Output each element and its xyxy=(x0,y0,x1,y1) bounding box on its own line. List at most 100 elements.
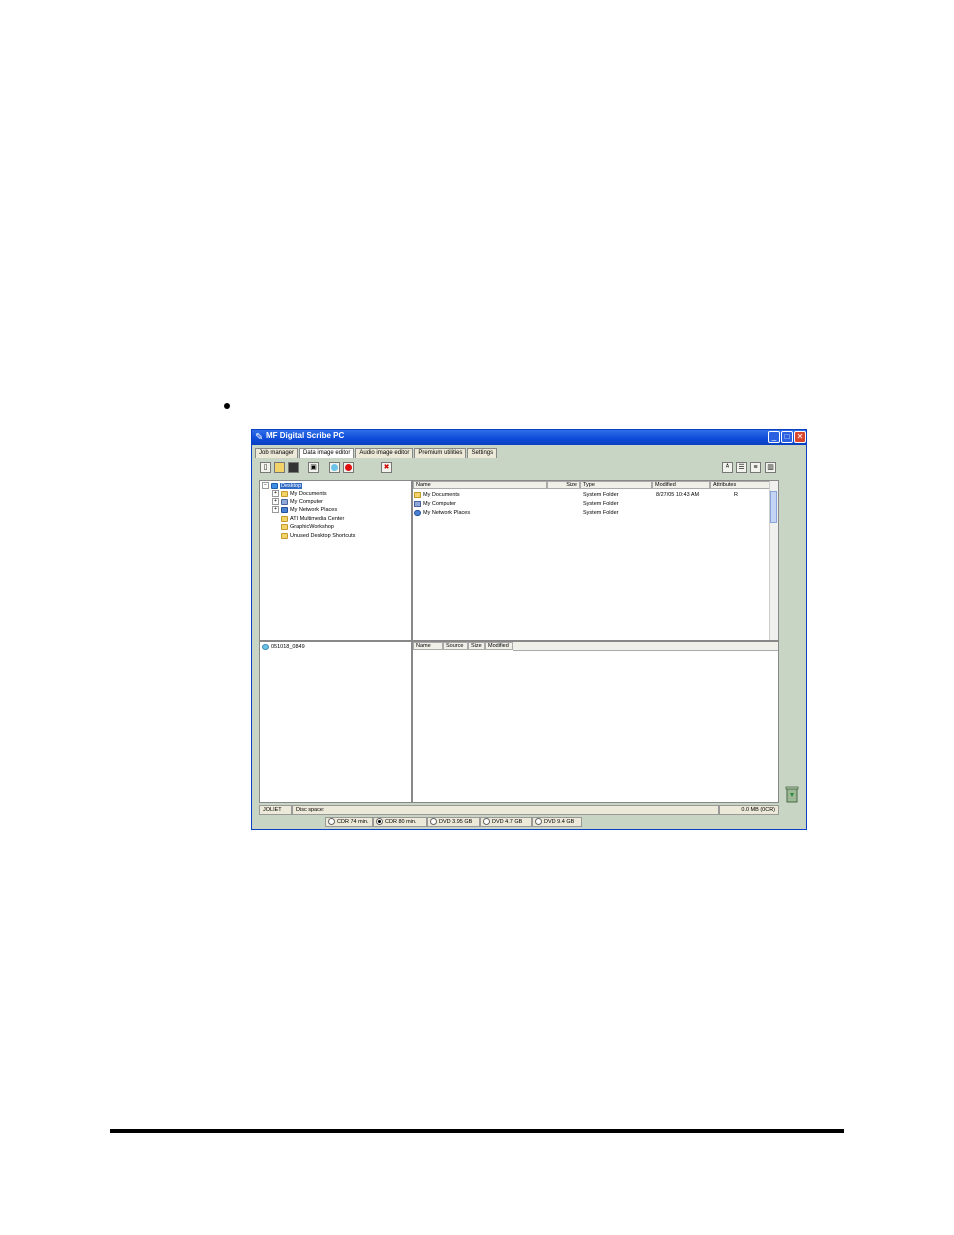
maximize-button[interactable]: □ xyxy=(781,431,793,443)
tree-item-my-documents[interactable]: + My Documents xyxy=(272,490,327,498)
disc-space-value: 0.0 MB (0CR) xyxy=(719,805,779,815)
tab-bar: Job manager Data image editor Audio imag… xyxy=(255,448,498,458)
file-attributes: R xyxy=(734,492,738,498)
radio-label: DVD 9.4 GB xyxy=(544,819,575,825)
media-selector: CDR 74 min. CDR 80 min. DVD 3.95 GB DVD … xyxy=(325,817,585,827)
folder-icon xyxy=(281,515,288,522)
tree-item-my-computer[interactable]: + My Computer xyxy=(272,498,323,506)
file-list[interactable]: Name Size Type Modified Attributes My Do… xyxy=(412,480,779,641)
tree-item-my-network-places[interactable]: + My Network Places xyxy=(272,506,337,514)
radio-selected-icon[interactable] xyxy=(376,818,383,826)
media-option-dvd47[interactable]: DVD 4.7 GB xyxy=(480,817,532,827)
columns-icon[interactable]: ▥ xyxy=(765,462,776,473)
computer-icon xyxy=(414,500,421,507)
media-option-dvd395[interactable]: DVD 3.95 GB xyxy=(427,817,480,827)
tab-job-manager[interactable]: Job manager xyxy=(255,448,299,458)
tab-settings[interactable]: Settings xyxy=(467,448,498,458)
file-row-name[interactable]: My Network Places xyxy=(414,509,470,517)
radio-label: DVD 3.95 GB xyxy=(439,819,473,825)
column-header-type[interactable]: Type xyxy=(580,481,652,489)
tree-item-ati[interactable]: ATI Multimedia Center xyxy=(281,515,344,523)
delete-icon[interactable]: ✖ xyxy=(381,462,392,473)
tree-item-graphicworkshop[interactable]: GraphicWorkshop xyxy=(281,523,334,531)
window-title: MF Digital Scribe PC xyxy=(266,431,345,440)
open-folder-icon[interactable] xyxy=(274,462,285,473)
disc-space-label: Disc space: xyxy=(292,805,719,815)
computer-icon xyxy=(281,498,288,505)
collapse-icon[interactable]: − xyxy=(262,482,269,490)
column-header-modified[interactable]: Modified xyxy=(485,642,513,650)
column-header-name[interactable]: Name xyxy=(413,642,443,650)
toolbar: ▯ ▣ ✖ ᴬ ☰ ≡ ▥ xyxy=(255,460,803,476)
folder-icon xyxy=(281,532,288,539)
tree-item-unused-shortcuts[interactable]: Unused Desktop Shortcuts xyxy=(281,532,355,540)
filesystem-label: JOLIET xyxy=(259,805,292,815)
network-icon xyxy=(281,506,288,513)
column-header-attributes[interactable]: Attributes xyxy=(710,481,771,489)
expand-icon[interactable]: + xyxy=(272,490,279,498)
desktop-icon xyxy=(271,482,278,489)
file-type: System Folder xyxy=(583,510,619,516)
tree-item-label: My Computer xyxy=(290,499,324,505)
disc-contents[interactable]: Name Source Size Modified xyxy=(412,641,779,803)
disc-root-item[interactable]: 051018_0849 xyxy=(262,643,305,651)
sort-icon[interactable]: ᴬ xyxy=(722,462,733,473)
minimize-button[interactable]: _ xyxy=(768,431,780,443)
tree-item-desktop[interactable]: − Desktop xyxy=(262,482,303,490)
folder-icon xyxy=(281,523,288,530)
expand-icon[interactable]: + xyxy=(272,498,279,506)
media-option-dvd94[interactable]: DVD 9.4 GB xyxy=(532,817,582,827)
expand-icon[interactable]: + xyxy=(272,506,279,514)
column-header-modified[interactable]: Modified xyxy=(652,481,710,489)
title-bar[interactable]: ✎ MF Digital Scribe PC _ □ ✕ xyxy=(252,430,806,445)
folder-icon xyxy=(281,490,288,497)
page-footer-rule xyxy=(110,1129,844,1133)
header-filler xyxy=(513,642,778,651)
radio-icon[interactable] xyxy=(430,818,437,826)
radio-icon[interactable] xyxy=(328,818,335,826)
disc-icon xyxy=(262,643,269,650)
network-icon xyxy=(414,509,421,516)
record-icon[interactable] xyxy=(343,462,354,473)
tree-item-label: My Documents xyxy=(290,491,327,497)
list-view-icon[interactable]: ☰ xyxy=(736,462,747,473)
file-name: My Computer xyxy=(423,501,457,507)
column-header-source[interactable]: Source xyxy=(443,642,468,650)
tab-audio-image-editor[interactable]: Audio image editor xyxy=(355,448,414,458)
file-name: My Documents xyxy=(423,492,460,498)
vertical-scrollbar[interactable] xyxy=(769,481,778,640)
file-type: System Folder xyxy=(583,492,619,498)
tree-item-label: My Network Places xyxy=(290,507,338,513)
close-button[interactable]: ✕ xyxy=(794,431,806,443)
radio-icon[interactable] xyxy=(483,818,490,826)
new-file-icon[interactable]: ▯ xyxy=(260,462,271,473)
tree-item-label: Desktop xyxy=(280,483,303,489)
recycle-bin-icon[interactable] xyxy=(784,785,800,803)
disc-icon[interactable] xyxy=(329,462,340,473)
folder-icon xyxy=(414,491,421,498)
media-option-cdr80[interactable]: CDR 80 min. xyxy=(373,817,427,827)
radio-icon[interactable] xyxy=(535,818,542,826)
media-option-cdr74[interactable]: CDR 74 min. xyxy=(325,817,373,827)
tab-premium-utilities[interactable]: Premium utilities xyxy=(414,448,467,458)
radio-label: CDR 80 min. xyxy=(385,819,417,825)
tree-item-label: Unused Desktop Shortcuts xyxy=(290,533,356,539)
tab-data-image-editor[interactable]: Data image editor xyxy=(299,448,355,458)
column-header-name[interactable]: Name xyxy=(413,481,547,489)
app-window: ✎ MF Digital Scribe PC _ □ ✕ Job manager… xyxy=(251,429,807,830)
file-row-name[interactable]: My Documents xyxy=(414,491,460,499)
file-type: System Folder xyxy=(583,501,619,507)
radio-label: CDR 74 min. xyxy=(337,819,369,825)
disc-label: 051018_0849 xyxy=(271,644,305,650)
save-icon[interactable] xyxy=(288,462,299,473)
column-header-size[interactable]: Size xyxy=(547,481,580,489)
file-name: My Network Places xyxy=(423,510,471,516)
radio-label: DVD 4.7 GB xyxy=(492,819,523,825)
scroll-thumb[interactable] xyxy=(770,491,777,523)
folder-tree[interactable]: − Desktop + My Documents + My Computer + My … xyxy=(259,480,412,641)
disc-tree[interactable]: 051018_0849 xyxy=(259,641,412,803)
details-view-icon[interactable]: ≡ xyxy=(750,462,761,473)
column-header-size[interactable]: Size xyxy=(468,642,485,650)
file-row-name[interactable]: My Computer xyxy=(414,500,456,508)
properties-icon[interactable]: ▣ xyxy=(308,462,319,473)
